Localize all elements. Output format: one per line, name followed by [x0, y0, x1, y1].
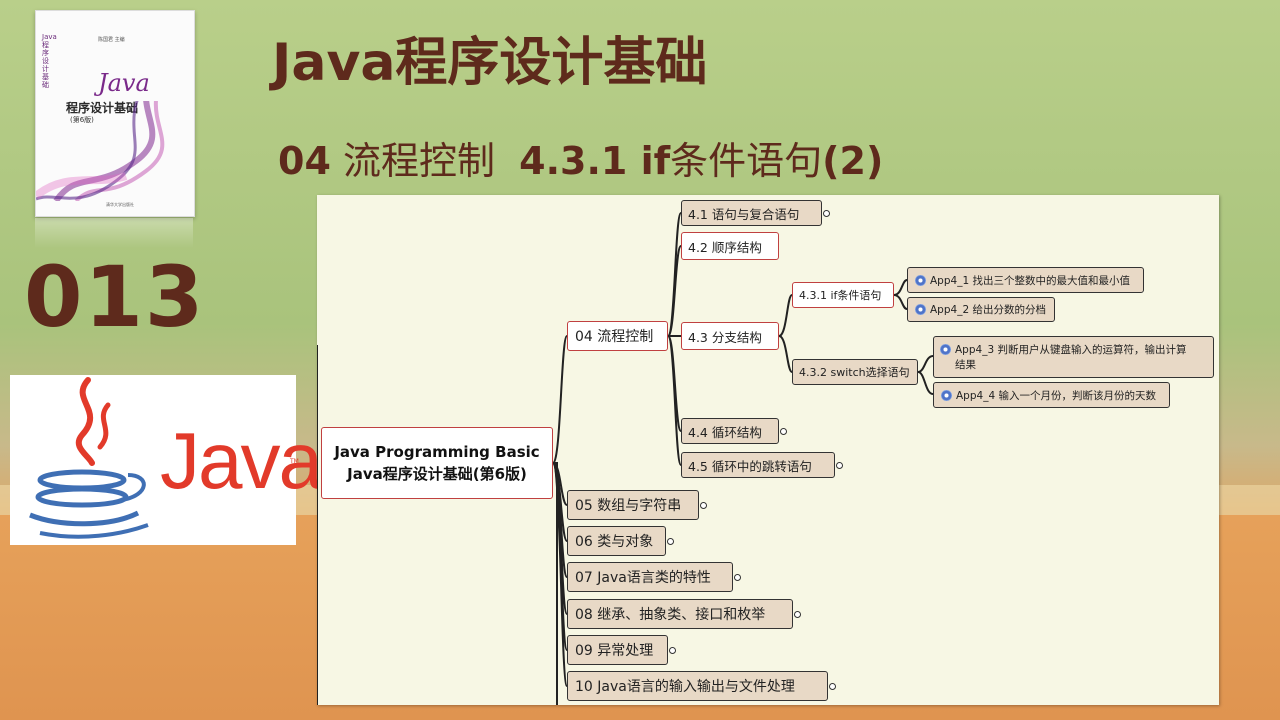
book-smoke-art: [36, 101, 165, 201]
chapter-node-09[interactable]: 09 异常处理: [567, 635, 676, 665]
subtitle-part: (2): [822, 139, 884, 183]
main-title: Java程序设计基础: [272, 33, 708, 93]
subtitle: 04 流程控制 4.3.1 if条件语句(2): [278, 130, 883, 185]
subsection-label: 4.3.2 switch选择语句: [799, 366, 910, 379]
app-label-row: App4_3 判断用户从键盘输入的运算符，输出计算: [940, 342, 1186, 357]
gear-icon: [940, 344, 951, 355]
chapter-label: 09 异常处理: [575, 643, 654, 659]
chapter-label: 10 Java语言的输入输出与文件处理: [575, 679, 795, 695]
section-label: 4.5 循环中的跳转语句: [688, 458, 812, 474]
gear-icon: [941, 389, 952, 401]
section-label: 4.2 顺序结构: [688, 239, 762, 255]
subsection-label: 4.3.1 if条件语句: [799, 289, 882, 302]
chapter-node-10[interactable]: 10 Java语言的输入输出与文件处理: [567, 671, 836, 701]
section-label: 4.3 分支结构: [688, 329, 762, 345]
app-node-4-4[interactable]: App4_4 输入一个月份，判断该月份的天数: [933, 382, 1170, 408]
chapter-label: 04 流程控制: [575, 329, 654, 345]
app-label: App4_4 输入一个月份，判断该月份的天数: [956, 389, 1156, 402]
chapter-node-04[interactable]: 04 流程控制: [567, 321, 668, 351]
section-node-4-3[interactable]: 4.3 分支结构: [681, 322, 779, 350]
expand-dot-icon[interactable]: [829, 683, 836, 690]
book-author: 陈国君 主编: [98, 37, 125, 43]
chapter-label: 08 继承、抽象类、接口和枚举: [575, 607, 766, 623]
gear-icon: [915, 304, 926, 315]
root-title-cn: Java程序设计基础(第6版): [347, 465, 527, 483]
java-logo-tm: TM: [290, 458, 299, 465]
chapter-label: 07 Java语言类的特性: [575, 570, 711, 586]
chapter-node-06[interactable]: 06 类与对象: [567, 526, 674, 556]
chapter-node-07[interactable]: 07 Java语言类的特性: [567, 562, 741, 592]
book-cover: Java程序设计基础 陈国君 主编 Java 程序设计基础 (第6版) 清华大学…: [35, 10, 195, 217]
expand-dot-icon[interactable]: [823, 210, 830, 217]
book-spine-text: Java程序设计基础: [42, 33, 57, 89]
section-label: 4.4 循环结构: [688, 424, 762, 440]
mindmap-panel: Java Programming Basic Java程序设计基础(第6版) 0…: [317, 195, 1219, 705]
app-label-continued: 结果: [955, 359, 976, 371]
chapter-label: 06 类与对象: [575, 534, 654, 550]
subtitle-section-rest: 条件语句: [670, 139, 823, 183]
app-label: App4_2 给出分数的分档: [930, 304, 1046, 316]
app-node-4-2[interactable]: App4_2 给出分数的分档: [907, 297, 1055, 322]
app-node-4-1[interactable]: App4_1 找出三个整数中的最大值和最小值: [907, 267, 1144, 293]
subsection-node-4-3-2[interactable]: 4.3.2 switch选择语句: [792, 359, 918, 385]
expand-dot-icon[interactable]: [667, 538, 674, 545]
subtitle-chapter: 流程控制: [342, 139, 495, 183]
root-title-en: Java Programming Basic: [334, 443, 540, 461]
section-node-4-2[interactable]: 4.2 顺序结构: [681, 232, 779, 260]
expand-dot-icon[interactable]: [794, 611, 801, 618]
subsection-node-4-3-1[interactable]: 4.3.1 if条件语句: [792, 282, 894, 308]
java-logo: Java TM: [10, 375, 323, 545]
section-node-4-4[interactable]: 4.4 循环结构: [681, 418, 787, 444]
subtitle-section: 4.3.1 if: [519, 139, 671, 183]
expand-dot-icon[interactable]: [780, 428, 787, 435]
expand-dot-icon[interactable]: [700, 502, 707, 509]
app-node-4-3[interactable]: App4_3 判断用户从键盘输入的运算符，输出计算 结果: [933, 336, 1214, 378]
java-cup-icon: [29, 377, 149, 539]
section-label: 4.1 语句与复合语句: [688, 206, 800, 222]
chapter-label: 05 数组与字符串: [575, 498, 682, 514]
mindmap-root-node[interactable]: Java Programming Basic Java程序设计基础(第6版): [321, 427, 553, 499]
expand-dot-icon[interactable]: [734, 574, 741, 581]
subtitle-number: 04: [278, 139, 331, 183]
book-reflection: [35, 218, 193, 248]
book-java-text: Java: [98, 69, 150, 97]
app-label: App4_3 判断用户从键盘输入的运算符，输出计算: [955, 344, 1187, 356]
expand-dot-icon[interactable]: [669, 647, 676, 654]
section-node-4-5[interactable]: 4.5 循环中的跳转语句: [681, 452, 843, 478]
book-publisher: 清华大学出版社: [106, 202, 134, 207]
chapter-node-05[interactable]: 05 数组与字符串: [567, 490, 707, 520]
section-node-4-1[interactable]: 4.1 语句与复合语句: [681, 200, 830, 226]
episode-number: 013: [24, 248, 206, 346]
gear-icon: [915, 274, 926, 286]
expand-dot-icon[interactable]: [836, 462, 843, 469]
chapter-node-08[interactable]: 08 继承、抽象类、接口和枚举: [567, 599, 801, 629]
app-label: App4_1 找出三个整数中的最大值和最小值: [930, 274, 1130, 287]
